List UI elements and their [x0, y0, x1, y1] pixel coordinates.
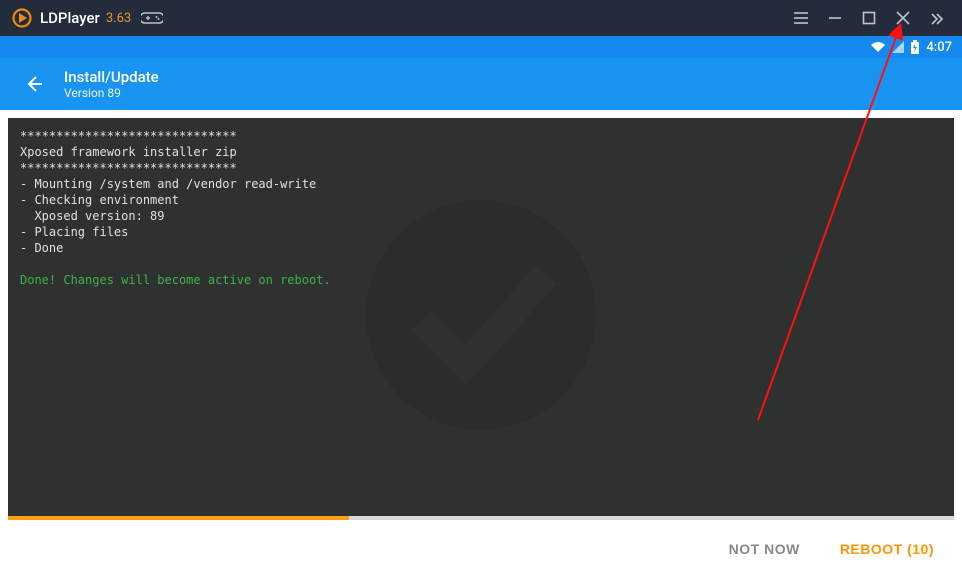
- ldplayer-logo-icon: [12, 8, 32, 28]
- status-time: 4:07: [926, 40, 952, 55]
- console-line: Xposed version: 89: [20, 209, 165, 223]
- not-now-button[interactable]: NOT NOW: [729, 541, 800, 557]
- console-done-line: Done! Changes will become active on rebo…: [20, 273, 331, 287]
- console-line: - Checking environment: [20, 193, 179, 207]
- header-title: Install/Update: [64, 68, 159, 86]
- minimize-button[interactable]: [818, 0, 852, 36]
- installer-console: ****************************** Xposed fr…: [8, 118, 954, 516]
- progress-bar: [8, 516, 954, 520]
- console-line: ******************************: [20, 161, 237, 175]
- battery-charging-icon: [910, 40, 920, 54]
- hamburger-menu-icon[interactable]: [784, 0, 818, 36]
- back-button[interactable]: [16, 66, 52, 102]
- sidebar-expand-icon[interactable]: [920, 0, 954, 36]
- gamepad-icon: [141, 10, 163, 26]
- console-line: Xposed framework installer zip: [20, 145, 237, 159]
- app-name: LDPlayer: [40, 9, 100, 27]
- console-line: - Done: [20, 241, 63, 255]
- console-line: - Mounting /system and /vendor read-writ…: [20, 177, 316, 191]
- wifi-icon: [870, 41, 886, 53]
- console-line: ******************************: [20, 129, 237, 143]
- maximize-button[interactable]: [852, 0, 886, 36]
- app-version: 3.63: [106, 11, 131, 26]
- console-line: - Placing files: [20, 225, 128, 239]
- signal-icon: [892, 41, 904, 53]
- check-circle-watermark-icon: [341, 175, 621, 459]
- reboot-button[interactable]: REBOOT (10): [840, 541, 934, 557]
- header-subtitle: Version 89: [64, 86, 159, 100]
- close-button[interactable]: [886, 0, 920, 36]
